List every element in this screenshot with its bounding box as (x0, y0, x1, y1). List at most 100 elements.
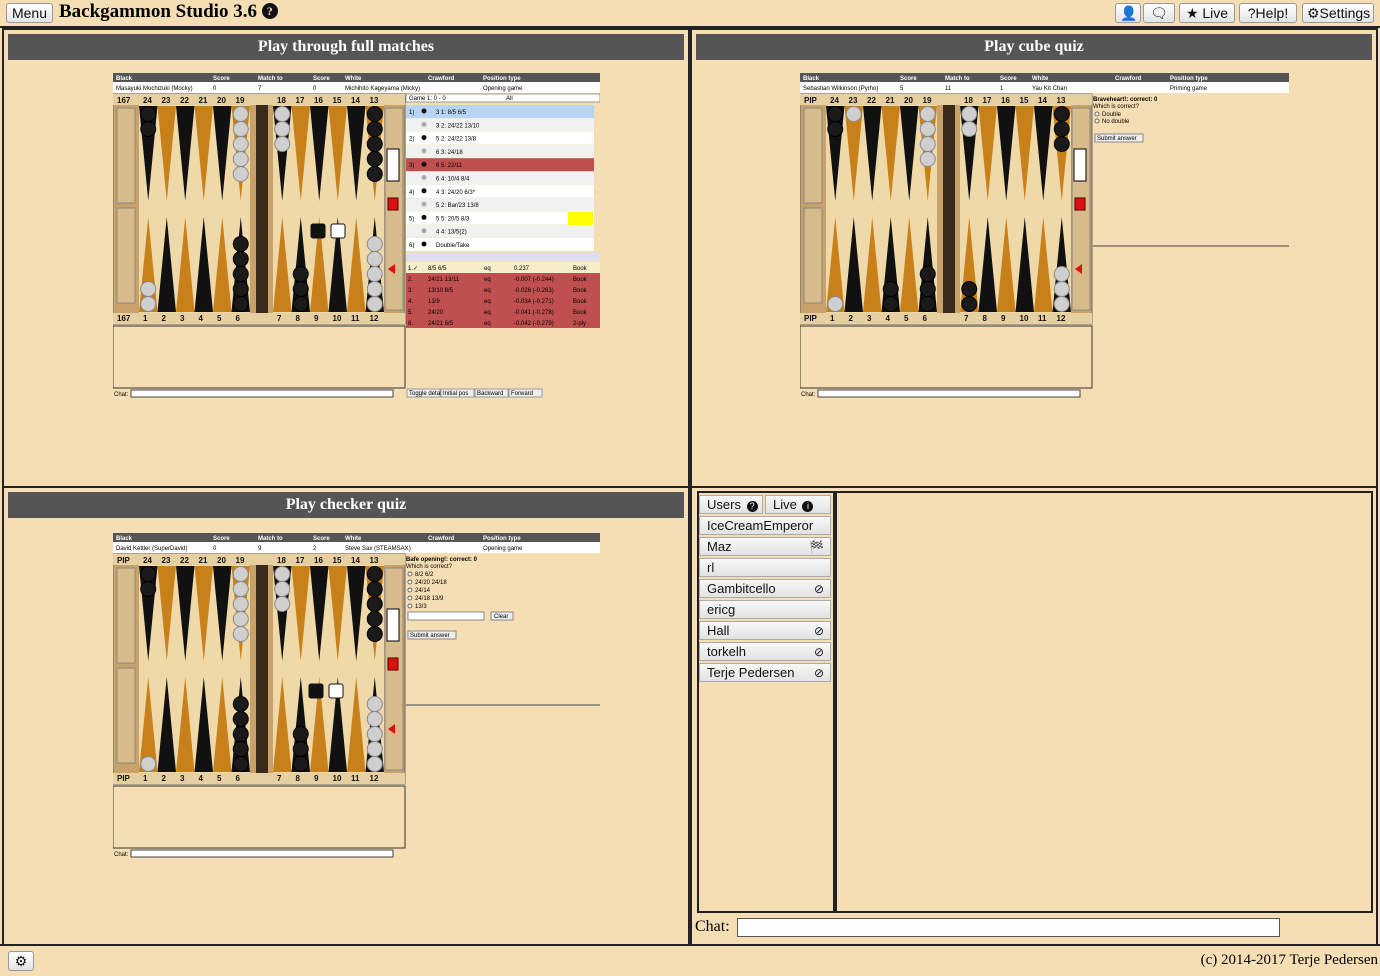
analysis-rank: 3. (408, 288, 413, 294)
highlight-marker (568, 212, 593, 225)
top-numbers-bg (113, 94, 405, 105)
black-checker (366, 566, 383, 582)
white-checker (232, 626, 249, 642)
black-checker (292, 266, 309, 282)
black-checker (232, 756, 249, 772)
cube-offer-marker (387, 197, 399, 211)
move-text: 4 4: 13/5(2) (436, 230, 467, 236)
live-button[interactable]: ★ Live (1179, 3, 1235, 23)
help-circle-icon[interactable]: ? (261, 3, 278, 19)
white-checker (232, 166, 249, 182)
cube-quiz-board[interactable]: Black Score Match to Score White Crawford Posi… (800, 73, 1289, 399)
black-checker (366, 166, 383, 182)
filter-select-label: All (506, 96, 513, 102)
point-number-top: 21 (199, 556, 208, 565)
chat-bubble-icon: 🗨 (1150, 5, 1168, 21)
user-list-item[interactable]: rl (699, 558, 831, 577)
point-number-bottom: 6 (236, 774, 241, 783)
point-number-bottom: 9 (314, 314, 319, 323)
move-row (406, 224, 594, 238)
black-checker (1053, 106, 1070, 122)
white-checker (366, 696, 383, 712)
user-list-item[interactable]: ericg (699, 600, 831, 619)
footer-settings-button[interactable]: ⚙ (8, 951, 34, 971)
chat-input[interactable] (737, 918, 1280, 937)
point-number-bottom: 3 (180, 774, 185, 783)
move-row (406, 198, 594, 212)
analysis-rank: 1.✓ (408, 266, 418, 272)
analysis-eq: eq (484, 321, 491, 327)
panel-title-checker-quiz: Play checker quiz (8, 492, 684, 518)
move-text: 6 4: 10/4 8/4 (436, 177, 470, 183)
option-label: Double (1102, 112, 1122, 118)
point-number-bottom: 9 (1001, 314, 1006, 323)
match-board-1[interactable]: Black Score Match to Score White Crawford Posi… (113, 73, 600, 399)
blocked-icon: ⊘ (813, 645, 824, 659)
analysis-source: 2-ply (573, 321, 586, 327)
user-list-item[interactable]: Gambitcello ⊘ (699, 579, 831, 598)
user-list-item[interactable]: IceCreamEmperor (699, 516, 831, 535)
tab-live[interactable]: Live i (765, 495, 831, 514)
top-numbers-bg (113, 554, 405, 565)
black-checker (919, 296, 936, 312)
player-info-text: Sebastian Wilkinson (Pyrho) (803, 86, 878, 92)
black-checker (919, 266, 936, 282)
point-number-bottom: 5 (904, 314, 909, 323)
player-dot (421, 148, 427, 154)
player-dot (421, 188, 427, 194)
point-number-top: 24 (830, 96, 839, 105)
user-profile-button[interactable]: 👤 (1115, 3, 1141, 23)
player-info-text: Masayuki Mochizuki (Mocky) (116, 86, 193, 92)
move-text: 4 3: 24/20 6/3* (436, 190, 476, 196)
user-list-item[interactable]: Terje Pedersen ⊘ (699, 663, 831, 682)
white-checker (232, 136, 249, 152)
move-number: 5) (409, 216, 414, 222)
user-list-item[interactable]: torkelh ⊘ (699, 642, 831, 661)
checker-quiz-board[interactable]: Black Score Match to Score White Crawford Posi… (113, 533, 600, 859)
point-number-bottom: 8 (983, 314, 988, 323)
move-row (406, 131, 594, 145)
tab-users[interactable]: Users ? (699, 495, 763, 514)
nav-button-label: Initial pos (443, 391, 468, 397)
user-list-item[interactable]: Maz 🏁 (699, 537, 831, 556)
analysis-source: Book (573, 266, 588, 272)
move-text: 3 2: 24/22 13/10 (436, 123, 480, 129)
option-label: No double (1102, 119, 1130, 125)
header-label: Black (803, 76, 820, 82)
menu-button[interactable]: Menu (6, 3, 53, 23)
white-checker (140, 296, 157, 312)
chat-button[interactable]: 🗨 (1143, 3, 1175, 23)
header-label: Black (116, 76, 133, 82)
pip-bottom: PIP (117, 774, 131, 783)
header-label: Crawford (1115, 76, 1142, 82)
black-checker (882, 281, 899, 297)
game-select-label: Game 1: 0 - 0 (409, 96, 446, 102)
left-tray-bottom (116, 207, 136, 304)
settings-button[interactable]: ⚙Settings (1302, 3, 1374, 23)
white-checker (232, 611, 249, 627)
gears-icon: ⚙ (14, 953, 28, 969)
header-label: Score (213, 536, 230, 542)
die (328, 683, 344, 699)
user-list-item[interactable]: Hall ⊘ (699, 621, 831, 640)
point-number-bottom: 1 (143, 774, 148, 783)
analysis-rank: 2. (408, 277, 413, 283)
board-half-bg (139, 565, 250, 773)
player-info-text: 11 (945, 86, 952, 92)
black-checker (292, 296, 309, 312)
black-checker (140, 106, 157, 122)
point-number-top: 18 (277, 96, 286, 105)
board-half-bg (273, 105, 384, 313)
option-radio (407, 579, 413, 585)
help-button[interactable]: ?Help! (1239, 3, 1297, 23)
left-tray-top (116, 107, 136, 204)
header-label: Position type (483, 76, 521, 82)
doubling-cube (386, 148, 400, 182)
white-checker (366, 251, 383, 267)
point-number-bottom: 6 (236, 314, 241, 323)
white-checker (232, 106, 249, 122)
bottom-numbers-bg (113, 313, 405, 324)
point-number-bottom: 5 (217, 314, 222, 323)
quiz-question: Which is correct? (1093, 104, 1140, 110)
black-checker (232, 726, 249, 742)
